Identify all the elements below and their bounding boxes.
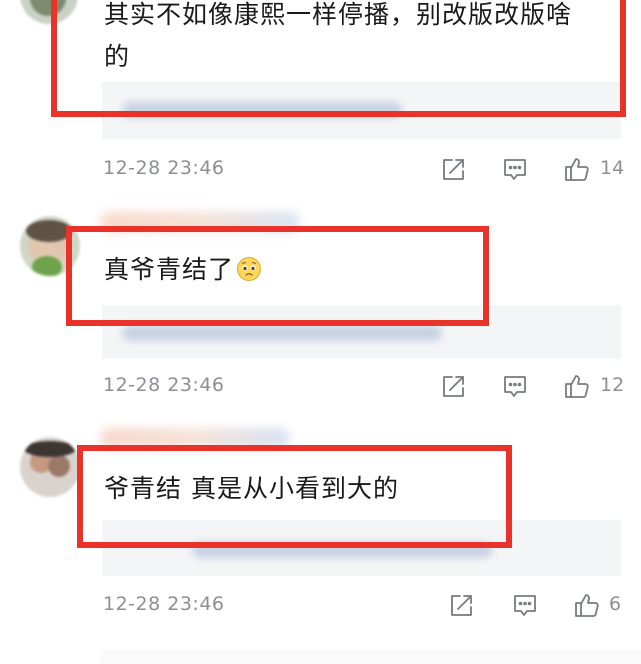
- comment-icon[interactable]: [502, 157, 528, 183]
- like-count: 12: [600, 374, 625, 396]
- highlight-box: [51, 0, 626, 117]
- comment-feed: 其实不如像康熙一样停播，别改版改版啥 的 12-28 23:46 14 真爷青结…: [0, 0, 641, 664]
- like-count: 14: [600, 157, 625, 179]
- highlight-box: [66, 226, 489, 326]
- share-icon[interactable]: [440, 374, 466, 400]
- comment-time: 12-28 23:46: [103, 374, 225, 396]
- share-icon[interactable]: [448, 593, 474, 619]
- comment-icon[interactable]: [502, 374, 528, 400]
- next-comment-divider: [100, 650, 641, 664]
- share-icon[interactable]: [440, 157, 466, 183]
- blurred-reply: [122, 325, 442, 341]
- like-count: 6: [609, 593, 622, 615]
- highlight-box: [77, 445, 512, 548]
- comment-time: 12-28 23:46: [103, 593, 225, 615]
- thumbs-up-icon[interactable]: [563, 155, 591, 183]
- thumbs-up-icon[interactable]: [563, 372, 591, 400]
- thumbs-up-icon[interactable]: [573, 591, 601, 619]
- comment-time: 12-28 23:46: [103, 157, 225, 179]
- comment-icon[interactable]: [512, 593, 538, 619]
- avatar[interactable]: [20, 437, 80, 497]
